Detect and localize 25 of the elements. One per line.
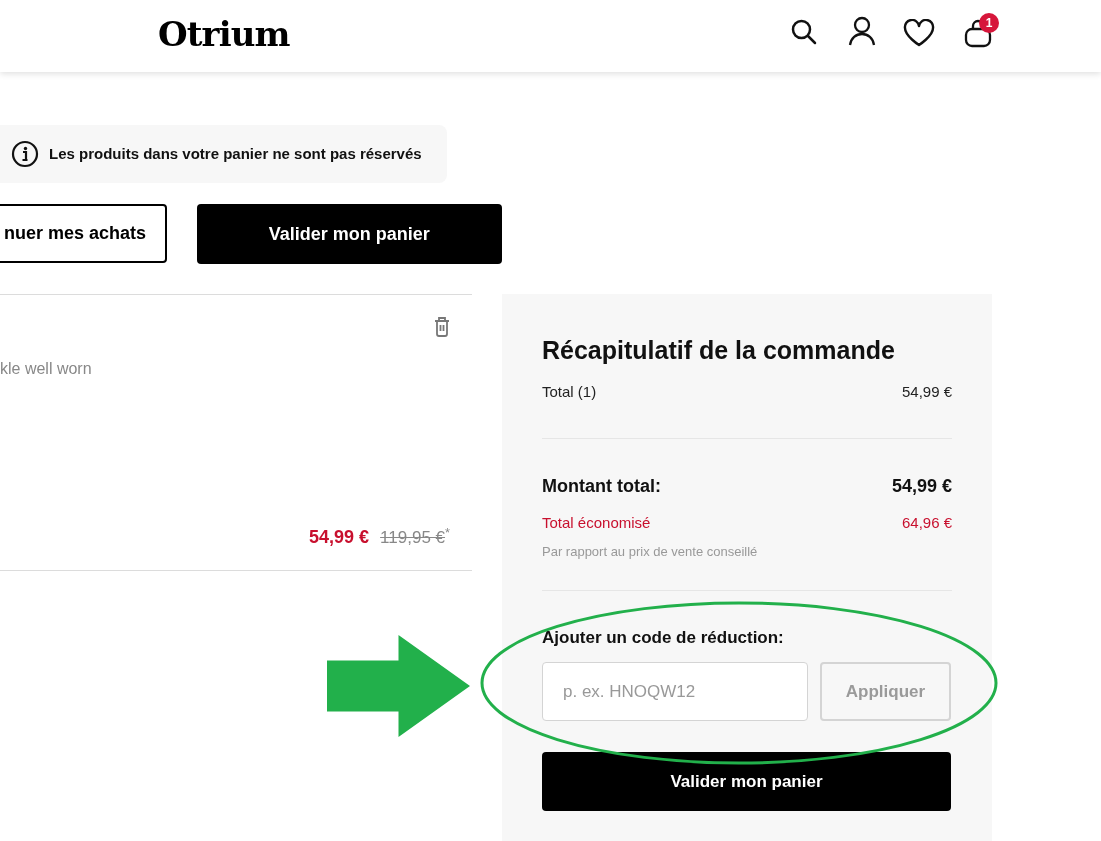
subtotal-value: 54,99 €: [901, 382, 952, 402]
sale-price: 54,99 €: [309, 526, 370, 549]
total-value: 54,99 €: [891, 474, 952, 498]
notice-text: Les produits dans votre panier ne sont pas réservés: [49, 143, 422, 164]
trash-icon[interactable]: [432, 316, 452, 337]
continue-shopping-button[interactable]: nuer mes achats: [0, 204, 167, 263]
logo[interactable]: Otrium: [158, 14, 290, 54]
savings-value: 64,96 €: [901, 512, 952, 533]
savings-note: Par rapport au prix de vente conseillé: [542, 543, 759, 561]
product-description: kle well worn: [0, 359, 92, 379]
user-icon[interactable]: [848, 16, 876, 46]
checkout-button[interactable]: Valider mon panier: [542, 752, 951, 811]
savings-label: Total économisé: [542, 512, 651, 533]
discount-code-field[interactable]: p. ex. HNOQW12: [542, 662, 808, 721]
original-price: 119,95 €$^{*}$: [380, 525, 450, 549]
bag-icon[interactable]: [963, 18, 993, 48]
discount-label: Ajouter un code de réduction:: [542, 626, 785, 649]
summary-title: Récapitulatif de la commande: [542, 335, 896, 366]
total-label: Montant total:: [542, 474, 661, 498]
search-icon[interactable]: [790, 18, 818, 46]
subtotal-label: Total (1): [542, 382, 597, 402]
info-icon: [11, 140, 39, 168]
cart-count-badge: 1: [979, 13, 999, 33]
validate-cart-button[interactable]: Valider mon panier: [196, 204, 502, 264]
heart-icon[interactable]: [903, 19, 935, 47]
